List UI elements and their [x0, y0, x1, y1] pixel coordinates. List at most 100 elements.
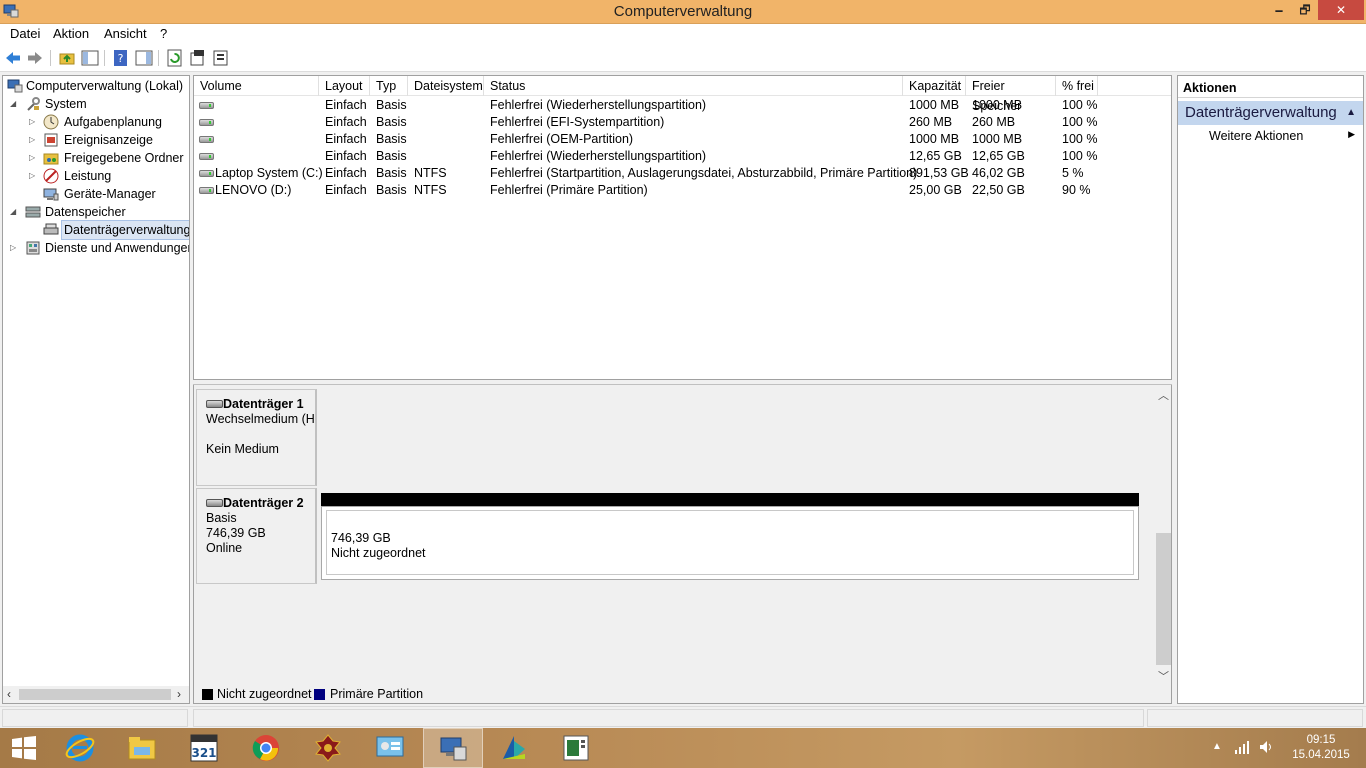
table-row[interactable]: Einfach Basis Fehlerfrei (Wiederherstell…: [194, 148, 1171, 165]
show-hide-action-pane-icon[interactable]: [135, 49, 153, 67]
unallocated-partition[interactable]: 746,39 GB Nicht zugeordnet: [321, 506, 1139, 580]
unallocated-partition-bar: [321, 493, 1139, 506]
table-row[interactable]: Einfach Basis Fehlerfrei (Wiederherstell…: [194, 97, 1171, 114]
column-status[interactable]: Status: [484, 76, 903, 96]
taskbar-internet-explorer[interactable]: [51, 728, 111, 768]
collapse-icon[interactable]: ◢: [10, 95, 20, 113]
action-weitere-aktionen[interactable]: Weitere Aktionen: [1209, 128, 1303, 144]
minimize-button[interactable]: 🗕: [1266, 0, 1292, 20]
taskbar-chrome[interactable]: [237, 728, 297, 768]
taskbar-computer-management[interactable]: [423, 728, 483, 768]
device-manager-icon: [43, 188, 59, 201]
tree-item-label: System: [45, 97, 87, 111]
actions-section-datentraegerverwaltung[interactable]: Datenträgerverwaltung ▲: [1178, 101, 1363, 125]
shared-folders-icon: [43, 153, 59, 165]
storage-icon: [25, 206, 41, 218]
column-freier-speicher[interactable]: Freier Speicher: [966, 76, 1056, 113]
collapse-up-icon[interactable]: ▲: [1346, 101, 1356, 125]
tree-item-label: Dienste und Anwendungen: [45, 241, 190, 255]
game-icon: [315, 734, 341, 762]
legend-swatch-unallocated: [202, 689, 213, 700]
expand-icon[interactable]: ▷: [29, 113, 39, 131]
tray-overflow-icon[interactable]: ▲: [1212, 741, 1222, 768]
window-title: Computerverwaltung: [613, 3, 753, 20]
expand-icon[interactable]: ▷: [10, 239, 20, 257]
status-bar: [0, 706, 1366, 728]
computer-management-icon: [7, 79, 23, 93]
properties-icon[interactable]: [189, 49, 207, 67]
partition-info: 746,39 GB Nicht zugeordnet: [326, 510, 1134, 575]
scrollbar-thumb[interactable]: [19, 689, 171, 700]
legend-swatch-primary: [314, 689, 325, 700]
menu-aktion[interactable]: Aktion: [53, 26, 89, 41]
tree-item-label: Computerverwaltung (Lokal): [26, 79, 184, 93]
table-row[interactable]: Einfach Basis Fehlerfrei (EFI-Systempart…: [194, 114, 1171, 131]
show-hide-console-tree-icon[interactable]: [81, 49, 99, 67]
event-viewer-icon: [44, 133, 58, 147]
export-icon[interactable]: [212, 49, 230, 67]
disk-2-type: Basis: [206, 511, 237, 525]
taskbar-app[interactable]: [485, 728, 545, 768]
clock-date: 15.04.2015: [1292, 749, 1350, 761]
scroll-right-icon[interactable]: ›: [177, 687, 181, 701]
forward-icon[interactable]: [26, 49, 44, 67]
column-prozent-frei[interactable]: % frei: [1056, 76, 1098, 96]
scroll-down-icon[interactable]: ﹀: [1158, 668, 1169, 684]
scrollbar-thumb[interactable]: [1156, 533, 1171, 665]
close-button[interactable]: ✕: [1318, 0, 1364, 20]
taskbar-document-app[interactable]: [547, 728, 607, 768]
taskbar-control-panel[interactable]: [361, 728, 421, 768]
network-icon[interactable]: [1234, 740, 1250, 754]
expand-icon[interactable]: ▷: [29, 131, 39, 149]
table-row[interactable]: LENOVO (D:) Einfach Basis NTFS Fehlerfre…: [194, 182, 1171, 199]
up-folder-icon[interactable]: [58, 49, 76, 67]
computer-management-icon: [440, 737, 467, 761]
start-button[interactable]: [0, 728, 50, 768]
menu-ansicht[interactable]: Ansicht: [104, 26, 147, 41]
media-player-321-icon: 321: [190, 734, 218, 762]
performance-icon: [43, 168, 59, 184]
menu-datei[interactable]: Datei: [10, 26, 40, 41]
tree-item-label: Geräte-Manager: [64, 187, 156, 201]
tree-horizontal-scrollbar[interactable]: ‹ ›: [3, 686, 189, 703]
taskbar-game[interactable]: [299, 728, 359, 768]
maximize-button[interactable]: 🗗: [1292, 0, 1318, 20]
disk-2-label[interactable]: Datenträger 2 Basis 746,39 GB Online: [196, 488, 317, 584]
back-icon[interactable]: [4, 49, 22, 67]
system-tools-icon: [27, 97, 40, 111]
disk-1-size: [206, 427, 315, 442]
expand-icon[interactable]: ▷: [29, 167, 39, 185]
legend-label-primary: Primäre Partition: [330, 687, 424, 701]
expand-icon[interactable]: ▷: [29, 149, 39, 167]
scroll-up-icon[interactable]: ︿: [1158, 387, 1169, 403]
disk-graphical-view: Datenträger 1 Wechselmedium (H:) Kein Me…: [193, 385, 1172, 704]
volume-icon: [199, 119, 214, 126]
status-segment: [2, 709, 188, 727]
actions-header: Aktionen: [1178, 76, 1363, 98]
volume-icon[interactable]: [1259, 740, 1275, 754]
refresh-icon[interactable]: [166, 49, 184, 67]
taskbar: 321 ▲ 09:15 15.04.2015: [0, 728, 1366, 768]
column-kapazitaet[interactable]: Kapazität: [903, 76, 966, 96]
scroll-left-icon[interactable]: ‹: [7, 687, 11, 701]
console-tree: Computerverwaltung (Lokal) ◢ System ▷ Au…: [2, 75, 190, 704]
help-icon[interactable]: ?: [112, 49, 130, 67]
table-row[interactable]: Einfach Basis Fehlerfrei (OEM-Partition)…: [194, 131, 1171, 148]
legend: Nicht zugeordnet Primäre Partition: [194, 685, 1171, 703]
column-typ[interactable]: Typ: [370, 76, 408, 96]
taskbar-file-explorer[interactable]: [113, 728, 173, 768]
start-icon: [12, 736, 36, 760]
graphical-view-vertical-scrollbar[interactable]: ︿ ﹀: [1155, 385, 1171, 685]
menu-help[interactable]: ?: [160, 26, 167, 41]
column-dateisystem[interactable]: Dateisystem: [408, 76, 484, 96]
column-volume[interactable]: Volume: [194, 76, 319, 96]
table-row[interactable]: Laptop System (C:) Einfach Basis NTFS Fe…: [194, 165, 1171, 182]
disk-management-icon: [43, 223, 59, 235]
column-layout[interactable]: Layout: [319, 76, 370, 96]
taskbar-media-player[interactable]: 321: [175, 728, 235, 768]
clock[interactable]: 09:15 15.04.2015: [1290, 733, 1352, 763]
svg-text:?: ?: [118, 52, 124, 65]
disk-1-label[interactable]: Datenträger 1 Wechselmedium (H:) Kein Me…: [196, 389, 317, 486]
legend-label-unallocated: Nicht zugeordnet: [217, 687, 312, 701]
collapse-icon[interactable]: ◢: [10, 203, 20, 221]
